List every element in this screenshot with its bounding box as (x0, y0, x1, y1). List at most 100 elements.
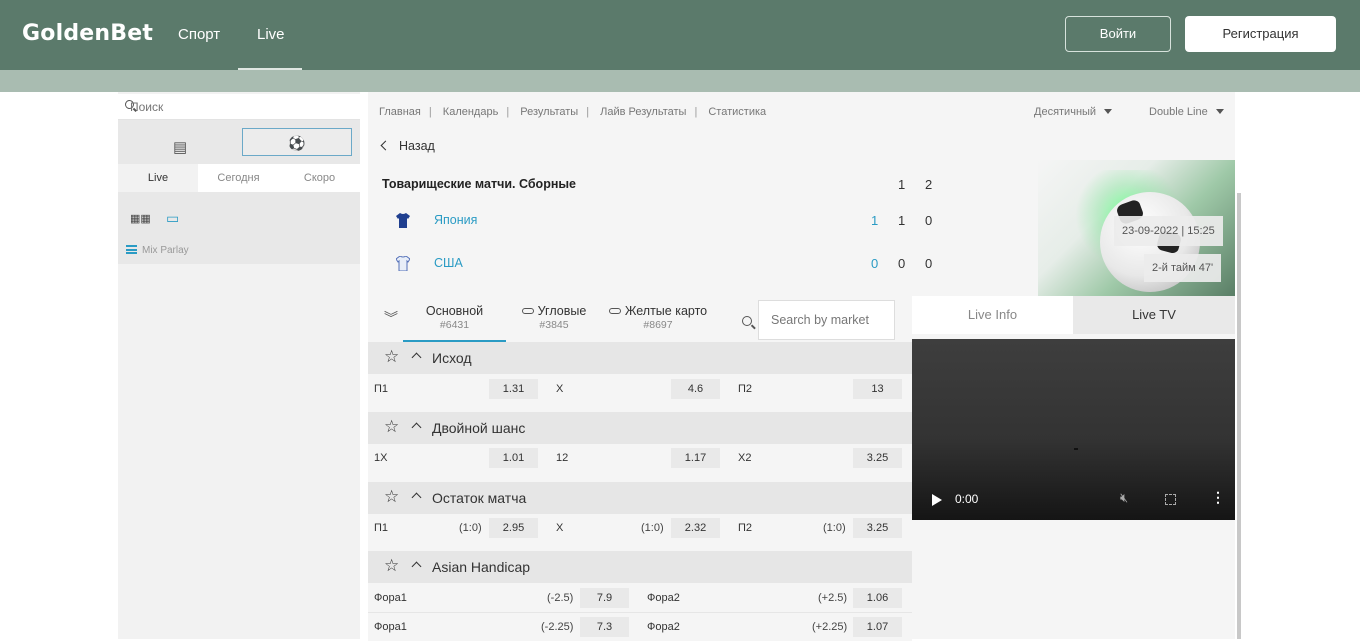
tab-main-count: #6431 (439, 319, 470, 331)
tab-yellow-cards[interactable]: Желтые карто #8697 (604, 304, 712, 331)
market-search-input[interactable] (758, 300, 895, 340)
nav-live[interactable]: Live (257, 26, 285, 43)
market-tabs: ︾ Основной #6431 Угловые #3845 Желтые ка… (368, 296, 912, 342)
team-home-name[interactable]: Япония (434, 213, 477, 227)
login-button[interactable]: Войти (1065, 16, 1171, 52)
main-content: Главная | Календарь | Результаты | Лайв Рез… (368, 92, 1235, 641)
sidebar-tab-today[interactable]: Сегодня (198, 164, 279, 192)
odd-button[interactable]: 4.6 (671, 379, 720, 399)
competition-title: Товарищеские матчи. Сборные (382, 177, 577, 191)
nav-sport[interactable]: Спорт (178, 26, 220, 43)
crumb-statistics[interactable]: Статистика (708, 106, 766, 118)
tab-live-info[interactable]: Live Info (912, 296, 1073, 334)
team-away-name[interactable]: США (434, 256, 463, 270)
team-home-p1: 1 (898, 213, 906, 228)
tab-corners-label: Угловые (537, 304, 587, 318)
tab-yellow-cards-label: Желтые карто (624, 304, 708, 318)
market-header[interactable]: ☆ Остаток матча (368, 482, 912, 514)
search-icon (742, 316, 752, 326)
period-header-1: 1 (898, 177, 906, 192)
breadcrumb: Главная | Календарь | Результаты | Лайв Рез… (379, 106, 767, 118)
odd-button[interactable]: 1.01 (489, 448, 538, 468)
tab-main-label: Основной (425, 304, 484, 318)
mute-icon[interactable]: 🔇︎ (1120, 490, 1128, 506)
tab-yellow-cards-count: #8697 (643, 319, 673, 331)
odd-button[interactable]: 1.31 (489, 379, 538, 399)
chevron-up-icon[interactable] (411, 561, 422, 572)
odd-button[interactable]: 7.9 (580, 588, 629, 608)
view-mode-label: Double Line (1149, 106, 1208, 118)
match-half-time: 2-й тайм 47' (1144, 254, 1222, 282)
tv-icon[interactable]: ▭ (166, 210, 179, 227)
star-icon[interactable]: ☆ (384, 487, 399, 507)
market-header[interactable]: ☆ Двойной шанс (368, 412, 912, 444)
crumb-home[interactable]: Главная (379, 106, 421, 118)
crumb-calendar[interactable]: Календарь (443, 106, 499, 118)
market-name: Двойной шанс (432, 420, 526, 436)
sub-header-bar (0, 70, 1360, 92)
star-icon[interactable]: ☆ (384, 347, 399, 367)
odd-button[interactable]: 1.07 (853, 617, 902, 637)
outcome-label: X (556, 383, 564, 395)
play-icon[interactable] (932, 494, 942, 506)
crumb-results[interactable]: Результаты (520, 106, 578, 118)
scoreboard-icon[interactable]: ▦▦ (130, 212, 151, 225)
market-row: Фора1 (-2.5) 7.9 Фора2 (+2.5) 1.06 (368, 584, 912, 612)
outcome-label: 1X (374, 452, 388, 464)
handicap-value: (-2.25) (541, 621, 574, 633)
odd-button[interactable]: 1.17 (671, 448, 720, 468)
team-jersey-icon (396, 256, 410, 271)
video-player[interactable]: 0:00 🔇︎ ⋮ (912, 339, 1235, 520)
odd-button[interactable]: 3.25 (853, 518, 902, 538)
sidebar-search-input[interactable] (130, 94, 350, 120)
mix-parlay-link[interactable]: Mix Parlay (126, 245, 189, 256)
collapse-all-icon[interactable]: ︾ (384, 308, 398, 328)
market-header[interactable]: ☆ Asian Handicap (368, 551, 912, 583)
register-button[interactable]: Регистрация (1185, 16, 1336, 52)
fullscreen-icon[interactable] (1165, 494, 1176, 505)
view-mode-dropdown[interactable]: Double Line (1149, 106, 1224, 118)
back-label: Назад (399, 139, 435, 153)
list-view-icon[interactable]: ▤ (173, 138, 187, 156)
chevron-up-icon[interactable] (411, 422, 422, 433)
chevron-up-icon[interactable] (411, 492, 422, 503)
odd-button[interactable]: 1.06 (853, 588, 902, 608)
outcome-label: Фора2 (647, 621, 680, 633)
sidebar: ▤ ⚽ Live Сегодня Скоро ▦▦ ▭ Mix Parlay (118, 92, 360, 639)
star-icon[interactable]: ☆ (384, 417, 399, 437)
outcome-label: П1 (374, 383, 389, 395)
odd-button[interactable]: 3.25 (853, 448, 902, 468)
page-scrollbar[interactable] (1237, 193, 1241, 639)
back-button[interactable]: Назад (380, 139, 435, 153)
market-header[interactable]: ☆ Исход (368, 342, 912, 374)
match-banner: 23-09-2022 | 15:25 2-й тайм 47' (1038, 160, 1235, 296)
market-row: П1 (1:0) 2.95 X (1:0) 2.32 П2 (1:0) 3.25 (368, 514, 912, 542)
team-away-score: 0 (871, 256, 879, 271)
team-jersey-icon (396, 213, 410, 228)
market-name: Остаток матча (432, 490, 527, 506)
crumb-live-results[interactable]: Лайв Результаты (600, 106, 686, 118)
odd-button[interactable]: 2.32 (671, 518, 720, 538)
tab-main[interactable]: Основной #6431 (403, 304, 506, 342)
more-options-icon[interactable]: ⋮ (1211, 489, 1225, 506)
tab-corners[interactable]: Угловые #3845 (508, 304, 600, 331)
tab-live-tv[interactable]: Live TV (1073, 296, 1235, 334)
logo[interactable]: GoldenBet (22, 21, 153, 46)
link-icon (608, 308, 621, 314)
caret-down-icon (1215, 109, 1224, 114)
sidebar-tab-live[interactable]: Live (118, 164, 198, 192)
football-icon[interactable]: ⚽ (242, 128, 352, 156)
star-icon[interactable]: ☆ (384, 556, 399, 576)
team-home-score: 1 (871, 213, 879, 228)
odd-button[interactable]: 7.3 (580, 617, 629, 637)
odd-button[interactable]: 13 (853, 379, 902, 399)
chevron-up-icon[interactable] (411, 352, 422, 363)
odd-button[interactable]: 2.95 (489, 518, 538, 538)
period-header-2: 2 (925, 177, 933, 192)
odds-format-dropdown[interactable]: Десятичный (1034, 106, 1113, 118)
outcome-label: П1 (374, 522, 389, 534)
handicap-value: (1:0) (823, 522, 846, 534)
link-icon (521, 308, 534, 314)
sidebar-tab-soon[interactable]: Скоро (279, 164, 360, 192)
market-name: Исход (432, 350, 472, 366)
